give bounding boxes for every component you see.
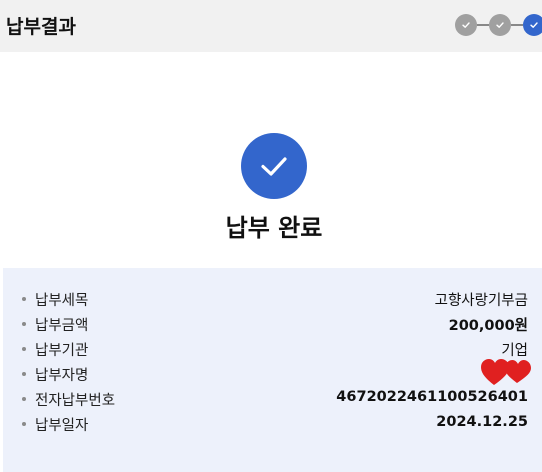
detail-value: 2024.12.25 <box>436 414 528 430</box>
page-title: 납부결과 <box>6 16 76 38</box>
step-connector <box>511 24 523 26</box>
redaction-hearts-icon <box>481 359 531 385</box>
payment-details-panel: 납부세목 고향사랑기부금 납부금액 200,000원 납부기관 기업 납부자명 … <box>3 268 542 472</box>
bullet-icon <box>22 372 26 376</box>
detail-label: 납부세목 <box>35 293 89 309</box>
check-icon <box>496 22 504 28</box>
step-indicator <box>455 14 542 36</box>
bullet-icon <box>22 422 26 426</box>
completion-title: 납부 완료 <box>225 214 323 242</box>
bullet-icon <box>22 347 26 351</box>
bullet-icon <box>22 397 26 401</box>
step-3-current <box>523 14 542 36</box>
detail-value: 200,000원 <box>448 318 528 334</box>
step-1-done <box>455 14 477 36</box>
detail-value: 고향사랑기부금 <box>434 293 528 309</box>
detail-row-institution: 납부기관 기업 <box>3 338 542 360</box>
detail-label: 납부자명 <box>35 368 89 384</box>
detail-value: 4672022461100526401 <box>336 389 528 405</box>
check-icon <box>462 22 470 28</box>
detail-row-payment-number: 전자납부번호 4672022461100526401 <box>3 388 542 410</box>
detail-label: 납부금액 <box>35 318 89 334</box>
bullet-icon <box>22 322 26 326</box>
complete-check-icon <box>241 133 307 199</box>
detail-value: 기업 <box>501 343 528 359</box>
bullet-icon <box>22 297 26 301</box>
detail-row-tax-item: 납부세목 고향사랑기부금 <box>3 288 542 310</box>
detail-row-payer-name: 납부자명 <box>3 359 542 385</box>
detail-row-payment-date: 납부일자 2024.12.25 <box>3 413 542 435</box>
step-2-done <box>489 14 511 36</box>
detail-row-amount: 납부금액 200,000원 <box>3 313 542 335</box>
step-connector <box>477 24 489 26</box>
detail-label: 납부일자 <box>35 418 89 434</box>
check-icon <box>530 22 538 28</box>
detail-label: 전자납부번호 <box>35 393 116 409</box>
header-bar: 납부결과 <box>0 0 542 52</box>
detail-label: 납부기관 <box>35 343 89 359</box>
check-icon <box>261 157 287 176</box>
